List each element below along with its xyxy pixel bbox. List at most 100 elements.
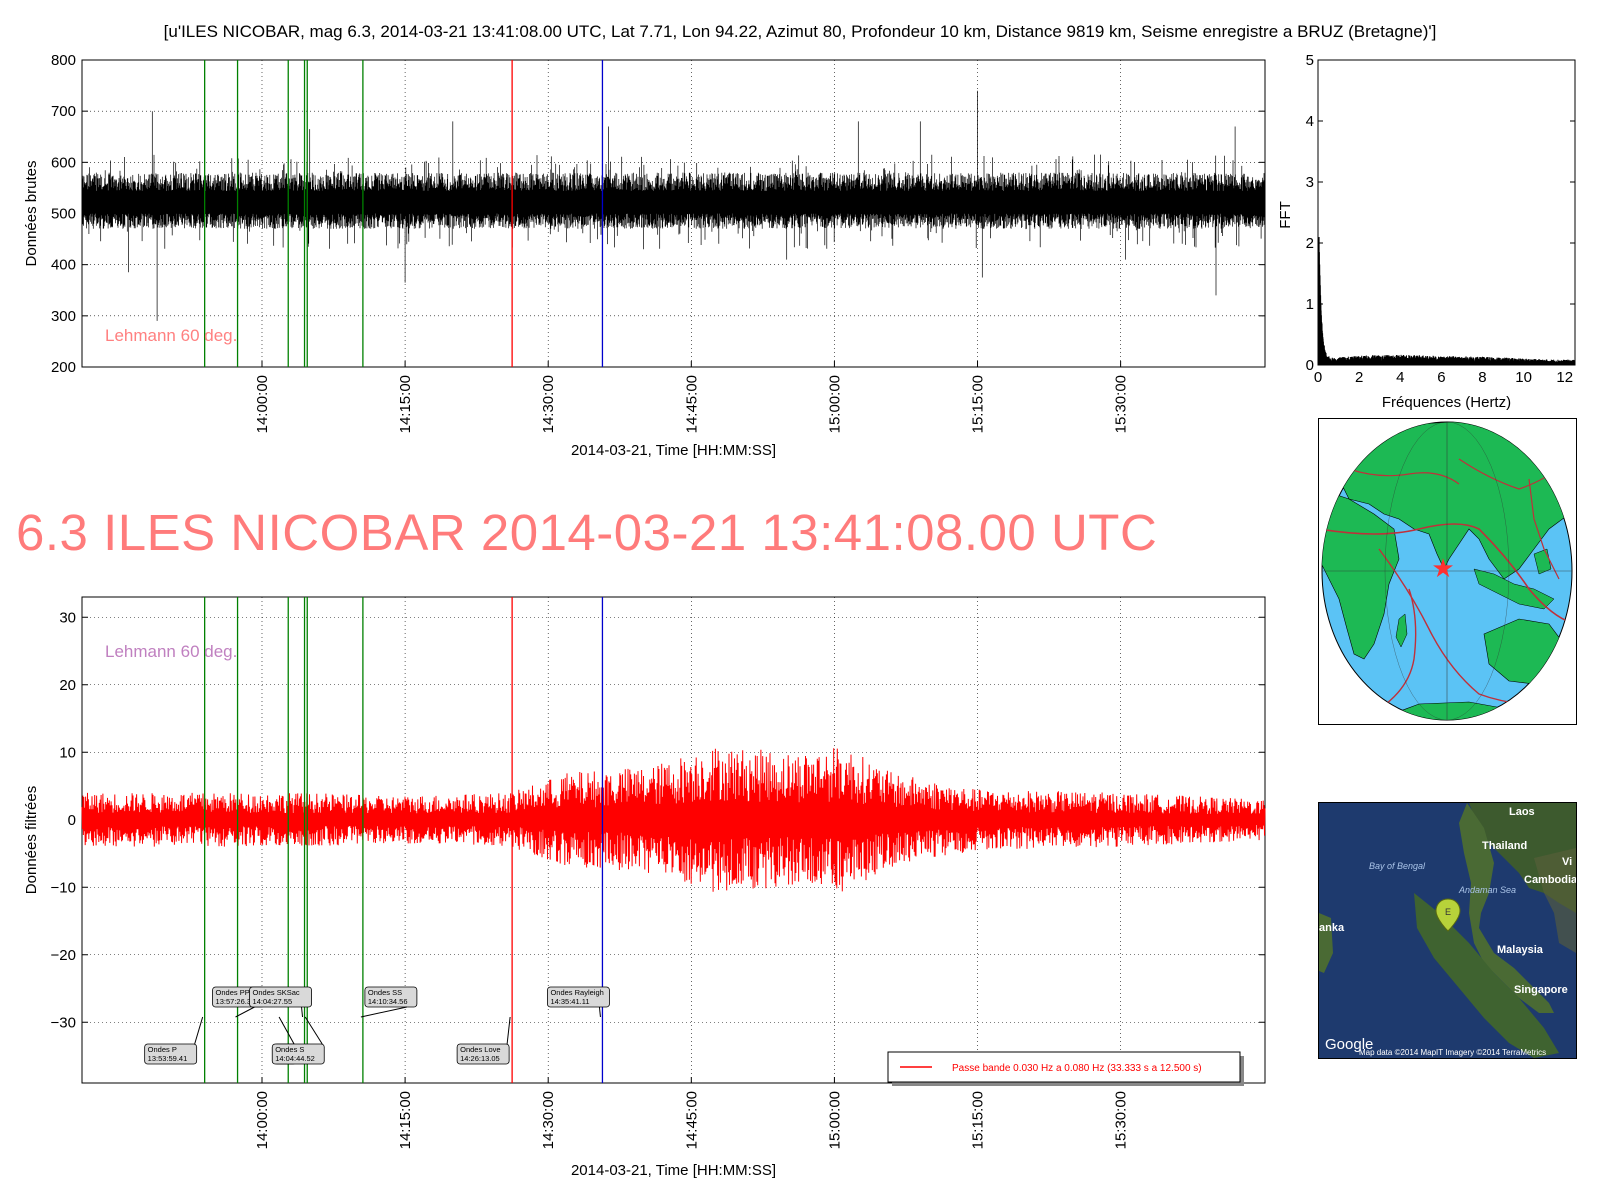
map-label-laos: Laos: [1509, 806, 1535, 818]
map-label-malaysia: Malaysia: [1497, 944, 1544, 956]
fft-ytick-label: 1: [1306, 296, 1314, 313]
map-label-cambodia: Cambodia: [1524, 874, 1576, 886]
fft-xtick-label: 12: [1556, 369, 1573, 386]
phase-box-time: 14:35:41.11: [550, 997, 589, 1006]
phase-arrow: [598, 1006, 601, 1018]
raw-xtick-label: 14:30:00: [540, 375, 557, 433]
phase-box-time: 14:26:13.05: [460, 1054, 500, 1063]
phase-box-label: Ondes PP: [216, 988, 250, 997]
raw-data-chart: 200300400500600700800 14:00:00 14:15:00 14…: [23, 52, 1266, 459]
phase-box-time: 13:53:59.41: [148, 1054, 188, 1063]
map-credits: Map data ©2014 MapIT Imagery ©2014 Terra…: [1359, 1048, 1546, 1057]
raw-ytick-label: 200: [51, 359, 76, 376]
fft-xtick-label: 8: [1478, 369, 1486, 386]
phase-arrow: [194, 1016, 204, 1045]
raw-ytick-label: 400: [51, 257, 76, 274]
phase-box-label: Ondes SKSac: [253, 988, 300, 997]
map-label-bay-of-bengal: Bay of Bengal: [1369, 861, 1426, 871]
raw-xtick-label: 14:15:00: [397, 375, 414, 433]
fft-xtick-label: 6: [1437, 369, 1445, 386]
fft-ticks: 0123450 2 4 6 8 10 12: [1306, 52, 1575, 386]
fft-ytick-label: 2: [1306, 235, 1314, 252]
filtered-lehmann-label: Lehmann 60 deg.: [105, 642, 237, 661]
phase-box-label: Ondes P: [148, 1045, 177, 1054]
fft-x-axis-label: Fréquences (Hertz): [1382, 394, 1511, 411]
filtered-ytick-label: 0: [68, 812, 76, 829]
legend-label: Passe bande 0.030 Hz a 0.080 Hz (33.333 …: [952, 1063, 1202, 1074]
fft-ytick-label: 5: [1306, 52, 1314, 69]
raw-xtick-label: 15:30:00: [1113, 375, 1130, 433]
filtered-xtick-label: 14:15:00: [397, 1091, 414, 1149]
filtered-ytick-label: −10: [51, 879, 76, 896]
phase-box: Ondes S14:04:44.52: [271, 1016, 325, 1065]
filtered-data-chart: −30 −20 −10 0 10 20 30 14:00:00 14:15:00 14:30:0…: [23, 596, 1266, 1179]
fft-ytick-label: 4: [1306, 113, 1314, 130]
fft-xtick-label: 10: [1515, 369, 1532, 386]
map-label-vietnam: Vi: [1562, 856, 1572, 868]
raw-xtick-label: 15:15:00: [970, 375, 987, 433]
raw-xtick-label: 14:00:00: [254, 375, 271, 433]
raw-x-ticks: 14:00:00 14:15:00 14:30:00 14:45:00 15:00:00…: [254, 361, 1130, 433]
phase-box: Ondes SS14:10:34.56: [360, 986, 418, 1018]
filtered-xtick-label: 15:00:00: [826, 1091, 843, 1149]
globe-map: ★: [1321, 421, 1573, 721]
epicenter-star-icon: ★: [1431, 553, 1454, 583]
phase-arrow: [506, 1016, 511, 1045]
filtered-xtick-label: 14:00:00: [254, 1091, 271, 1149]
filtered-y-axis-label: Données filtrées: [23, 786, 40, 894]
fft-y-axis-label: FFT: [1277, 201, 1294, 229]
raw-ytick-label: 300: [51, 308, 76, 325]
phase-box-time: 14:04:44.52: [275, 1054, 315, 1063]
fft-chart: 0123450 2 4 6 8 10 12 FFT Fréquences (Hertz): [1277, 52, 1576, 411]
raw-trace: [81, 90, 1265, 321]
filtered-ytick-label: 10: [59, 744, 76, 761]
raw-ytick-label: 600: [51, 154, 76, 171]
filtered-ytick-label: 30: [59, 609, 76, 626]
filtered-ytick-label: 20: [59, 677, 76, 694]
globe-map-panel: ★: [1318, 418, 1577, 725]
fft-ytick-label: 0: [1306, 357, 1314, 374]
phase-arrow: [235, 1006, 255, 1018]
fft-xtick-label: 0: [1314, 369, 1322, 386]
satellite-map: Laos Thailand Vi Cambodia Bay of Bengal …: [1319, 803, 1576, 1058]
map-label-sri-lanka: anka: [1319, 922, 1345, 934]
raw-ytick-label: 500: [51, 206, 76, 223]
filtered-xtick-label: 14:45:00: [683, 1091, 700, 1149]
map-label-andaman-sea: Andaman Sea: [1458, 885, 1516, 895]
phase-arrow: [360, 1006, 407, 1018]
fft-xtick-label: 4: [1396, 369, 1404, 386]
phase-box-label: Ondes SS: [368, 988, 402, 997]
filtered-xtick-label: 15:30:00: [1113, 1091, 1130, 1149]
svg-text:E: E: [1445, 907, 1451, 917]
phase-box: Ondes Rayleigh14:35:41.11: [547, 986, 610, 1018]
phase-annotation-boxes: Ondes P13:53:59.41Ondes PP13:57:26.31Ond…: [144, 986, 610, 1065]
filtered-x-ticks: 14:00:00 14:15:00 14:30:00 14:45:00 15:00:00…: [254, 1077, 1130, 1149]
raw-xtick-label: 15:00:00: [826, 375, 843, 433]
phase-box: Ondes Love14:26:13.05: [456, 1016, 511, 1065]
filter-legend: Passe bande 0.030 Hz a 0.080 Hz (33.333 …: [887, 1051, 1244, 1086]
phase-box-label: Ondes S: [275, 1045, 304, 1054]
fft-xtick-label: 2: [1355, 369, 1363, 386]
phase-box: Ondes P13:53:59.41: [144, 1016, 204, 1065]
filtered-ytick-label: −30: [51, 1014, 76, 1031]
fft-ytick-label: 3: [1306, 174, 1314, 191]
raw-ytick-label: 800: [51, 52, 76, 69]
raw-y-axis-label: Données brutes: [23, 161, 40, 267]
filtered-xtick-label: 15:15:00: [970, 1091, 987, 1149]
map-label-thailand: Thailand: [1482, 840, 1527, 852]
phase-box-label: Ondes Love: [460, 1045, 500, 1054]
fft-spectrum: [1317, 236, 1576, 366]
filtered-xtick-label: 14:30:00: [540, 1091, 557, 1149]
raw-x-axis-label: 2014-03-21, Time [HH:MM:SS]: [571, 442, 776, 459]
fft-chart-frame: [1317, 59, 1576, 366]
map-label-singapore: Singapore: [1514, 984, 1568, 996]
phase-box-label: Ondes Rayleigh: [550, 988, 603, 997]
filtered-trace: [81, 748, 1266, 892]
raw-xtick-label: 14:45:00: [683, 375, 700, 433]
phase-box: Ondes SKSac14:04:27.55: [249, 986, 312, 1018]
satellite-map-panel: Laos Thailand Vi Cambodia Bay of Bengal …: [1318, 802, 1577, 1059]
raw-ytick-label: 700: [51, 103, 76, 120]
raw-lehmann-label: Lehmann 60 deg.: [105, 326, 237, 345]
phase-box-time: 14:04:27.55: [253, 997, 293, 1006]
phase-arrow: [278, 1016, 295, 1045]
